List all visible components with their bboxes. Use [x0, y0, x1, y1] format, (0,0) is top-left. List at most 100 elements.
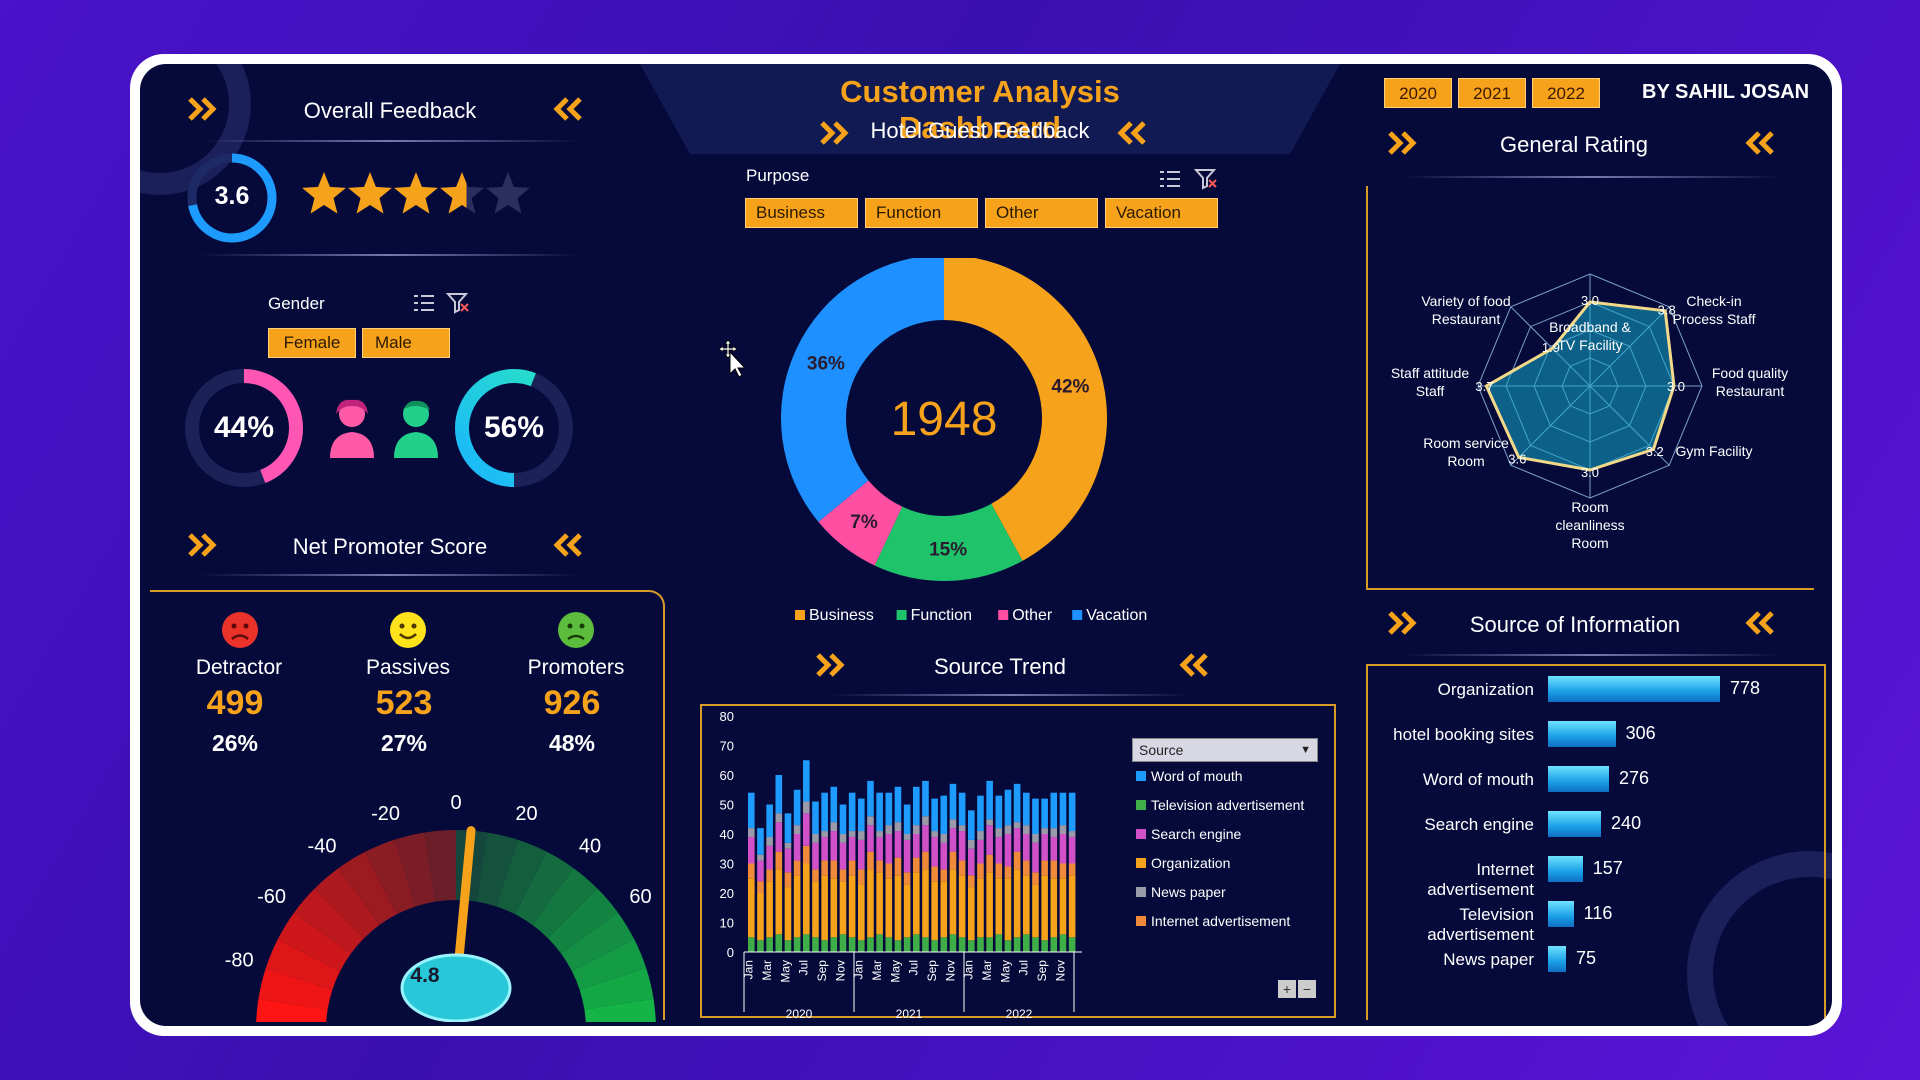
trend-bar-segment [913, 825, 920, 834]
trend-bar-segment [958, 937, 966, 952]
trend-bar-segment [1041, 828, 1048, 834]
donut-slice-label: 15% [929, 539, 967, 560]
source-dropdown-value: Source [1139, 742, 1184, 758]
source-info-bar-chart: Organization 778 hotel booking sites 306 Wor… [1366, 676, 1826, 1016]
month-tick-label: Jan [852, 960, 866, 979]
trend-bar-segment [867, 937, 874, 952]
y-tick-label: 80 [720, 709, 734, 724]
source-info-category-label: Word of mouth [1422, 770, 1534, 789]
trend-bar-segment [839, 834, 847, 843]
trend-bar-segment [903, 884, 911, 938]
source-info-bar [1548, 811, 1602, 837]
divider [200, 140, 580, 142]
clear-filter-icon[interactable] [1194, 168, 1218, 190]
trend-bar-segment [1041, 940, 1048, 952]
source-trend-title: Source Trend [933, 654, 1067, 679]
trend-bar-segment [812, 869, 819, 882]
trend-bar-segment [986, 872, 993, 938]
year-2021-button[interactable]: 2021 [1458, 78, 1526, 108]
trend-bar-segment [995, 795, 1003, 829]
year-tick-label: 2022 [1006, 1007, 1033, 1018]
trend-bar-segment [913, 786, 920, 826]
trend-bar-segment [876, 860, 883, 873]
trend-bar-segment [958, 792, 966, 826]
month-tick-label: Mar [980, 960, 994, 981]
trend-bar-segment [775, 934, 783, 952]
trend-bar-segment [940, 881, 948, 938]
sad-face-icon [222, 612, 258, 648]
nps-title: Net Promoter Score [292, 534, 488, 559]
radar-category-label: Room service Room [1423, 435, 1509, 469]
purpose-vacation-button[interactable]: Vacation [1105, 198, 1218, 228]
trend-bar-segment [784, 872, 792, 888]
trend-bar-segment [748, 836, 755, 864]
trend-bar-segment [793, 937, 801, 952]
purpose-business-button[interactable]: Business [745, 198, 858, 228]
legend-label: Business [809, 607, 874, 624]
legend-label: Television advertisement [1151, 797, 1305, 813]
trend-bar-segment [922, 869, 929, 938]
expand-button[interactable]: + [1278, 980, 1296, 998]
trend-bar-segment [1068, 831, 1076, 837]
year-2020-button[interactable]: 2020 [1384, 78, 1452, 108]
legend-swatch [896, 610, 907, 620]
trend-bar-segment [766, 845, 773, 870]
trend-bar-segment [757, 893, 764, 941]
trend-bar-segment [968, 839, 975, 849]
trend-bar-segment [1032, 937, 1039, 952]
multi-select-icon[interactable] [412, 292, 436, 314]
trend-bar-segment [949, 828, 957, 852]
purpose-other-button[interactable]: Other [985, 198, 1098, 228]
trend-bar-segment [1059, 792, 1067, 826]
gauge-tick-label: 60 [629, 886, 651, 908]
source-info-category-label: hotel booking sites [1393, 725, 1534, 744]
female-user-icon [330, 399, 374, 458]
year-2022-button[interactable]: 2022 [1532, 78, 1600, 108]
trend-bar-segment [931, 836, 938, 867]
gender-female-button[interactable]: Female [268, 328, 356, 358]
collapse-button[interactable]: − [1298, 980, 1316, 998]
trend-bar-segment [1041, 798, 1048, 829]
trend-bar-segment [968, 940, 975, 952]
trend-bar-segment [940, 842, 948, 870]
trend-bar-segment [922, 851, 929, 870]
legend-item: Television advertisement [1136, 797, 1336, 826]
chevrons-left-icon [1117, 121, 1146, 145]
trend-bar-segment [1023, 860, 1030, 876]
trend-bar-segment [821, 792, 828, 832]
trend-bar-segment [1013, 828, 1021, 852]
radar-category-label: Staff attitude Staff [1391, 365, 1470, 399]
clear-filter-icon[interactable] [446, 292, 470, 314]
star-icon [348, 172, 392, 214]
source-info-bar [1548, 766, 1610, 792]
month-tick-label: Jul [797, 960, 811, 975]
trend-bar-segment [1050, 792, 1058, 829]
legend-label: Search engine [1151, 826, 1242, 842]
divider [1402, 654, 1782, 656]
trend-bar-segment [986, 937, 993, 952]
multi-select-icon[interactable] [1158, 168, 1182, 190]
trend-bar-segment [968, 875, 975, 888]
source-dropdown[interactable]: Source ▼ [1132, 738, 1318, 762]
trend-bar-segment [968, 848, 975, 876]
trend-bar-segment [940, 869, 948, 882]
trend-bar-segment [766, 881, 773, 938]
trend-bar-segment [1032, 834, 1039, 843]
purpose-function-button[interactable]: Function [865, 198, 978, 228]
neutral-face-icon [558, 612, 594, 648]
donut-slice-vacation [781, 258, 944, 522]
gender-male-button[interactable]: Male [362, 328, 450, 358]
trend-bar-segment [848, 875, 856, 938]
nps-detractor-label: Detractor [195, 656, 283, 679]
month-tick-label: Sep [925, 960, 939, 982]
nps-promoters-label: Promoters [527, 656, 625, 679]
source-info-bar [1548, 901, 1574, 927]
y-tick-label: 40 [720, 827, 734, 842]
trend-bar-segment [1050, 836, 1058, 861]
legend-swatch [795, 610, 805, 620]
trend-bar-segment [876, 872, 883, 935]
trend-bar-segment [1023, 934, 1030, 952]
trend-bar-segment [922, 937, 929, 952]
trend-bar-segment [858, 798, 865, 832]
trend-bar-segment [1032, 842, 1039, 873]
